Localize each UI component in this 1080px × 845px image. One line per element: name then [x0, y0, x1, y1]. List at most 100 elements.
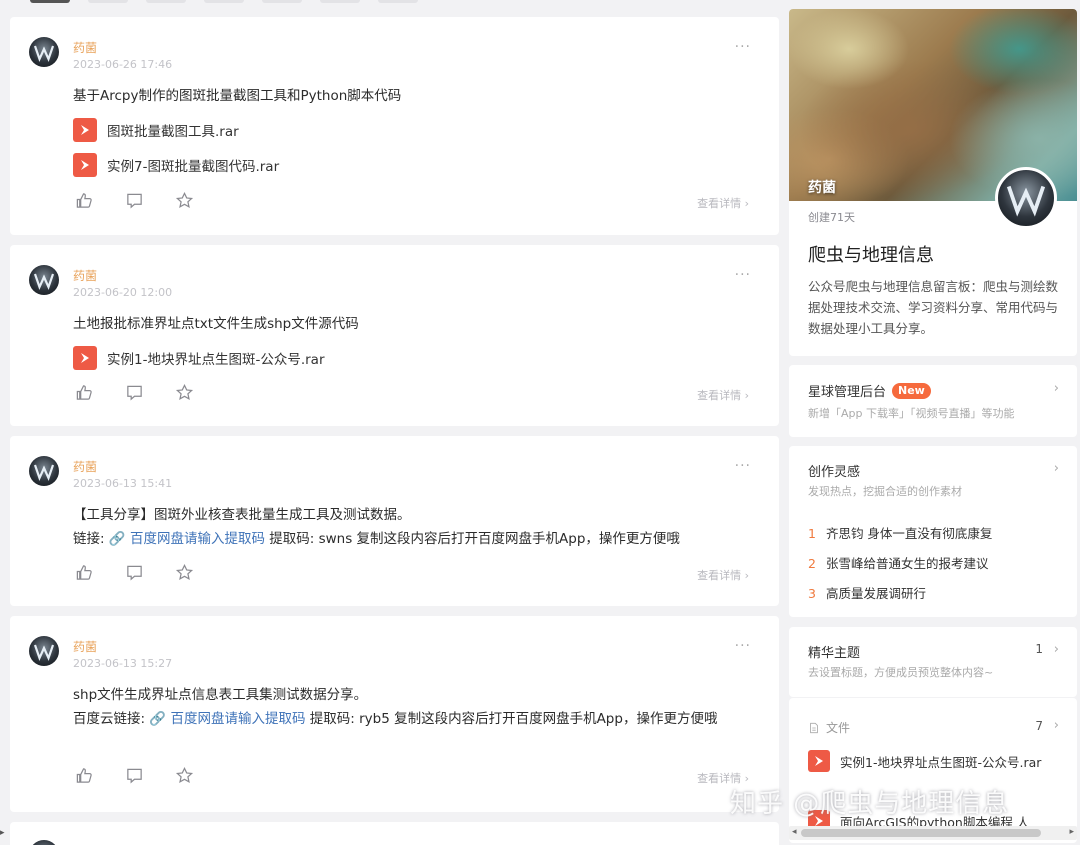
- hot-topic-item[interactable]: 1 齐思钧 身体一直没有彻底康复: [808, 523, 992, 542]
- tab-stub[interactable]: [320, 0, 360, 3]
- avatar-logo-icon: [1006, 185, 1046, 217]
- horizontal-scrollbar[interactable]: ◂ ▸: [789, 826, 1077, 840]
- hot-topic-text: 齐思钧 身体一直没有彻底康复: [825, 526, 993, 541]
- view-details-link[interactable]: 查看详情 ›: [697, 195, 749, 211]
- post-card[interactable]: 药菌 2023-06-13 15:41 ··· 【工具分享】图斑外业核查表批量生…: [10, 436, 779, 606]
- comment-icon[interactable]: [125, 563, 145, 583]
- tab-stub-active[interactable]: [30, 0, 70, 3]
- comment-icon[interactable]: [125, 191, 145, 211]
- star-icon[interactable]: [175, 563, 195, 583]
- files-title: 文件: [808, 719, 850, 736]
- like-icon[interactable]: [75, 191, 95, 211]
- post-actions: [75, 191, 195, 211]
- essence-topics-card[interactable]: 精华主题 去设置标题，方便成员预览整体内容~ 1 ›: [789, 627, 1077, 697]
- created-days: 创建71天: [808, 211, 855, 224]
- comment-icon[interactable]: [125, 766, 145, 786]
- post-text: 土地报批标准界址点txt文件生成shp文件源代码: [73, 316, 359, 332]
- post-card[interactable]: 药菌 2023-06-26 17:46 ··· 基于Arcpy制作的图斑批量截图…: [10, 17, 779, 235]
- hot-topic-item[interactable]: 3 高质量发展调研行: [808, 583, 926, 602]
- attachment-file[interactable]: 图斑批量截图工具.rar: [73, 116, 279, 143]
- link-prefix: 百度云链接:: [73, 711, 150, 727]
- scrollbar-thumb[interactable]: [801, 829, 1041, 837]
- chevron-right-icon[interactable]: ›: [1054, 461, 1059, 476]
- post-time: 2023-06-20 12:00: [73, 286, 173, 299]
- essence-title: 精华主题: [808, 646, 861, 661]
- attachment-file[interactable]: 实例7-图斑批量截图代码.rar: [73, 151, 279, 178]
- inspiration-card: 创作灵感 发现热点，挖掘合适的创作素材 › 1 齐思钧 身体一直没有彻底康复 2张…: [789, 446, 1077, 617]
- link-prefix: 链接:: [73, 531, 109, 547]
- document-icon: [810, 722, 818, 733]
- view-details-link[interactable]: 查看详情 ›: [697, 567, 749, 583]
- tab-stub[interactable]: [88, 0, 128, 3]
- more-options-icon[interactable]: ···: [735, 267, 751, 283]
- tab-stub[interactable]: [262, 0, 302, 3]
- attachment-file[interactable]: 实例1-地块界址点生图斑-公众号.rar: [73, 344, 325, 371]
- top-tabs: [30, 0, 418, 3]
- post-author[interactable]: 药菌: [73, 267, 97, 284]
- like-icon[interactable]: [75, 766, 95, 786]
- avatar[interactable]: [29, 456, 59, 486]
- post-text-line: 【工具分享】图斑外业核查表批量生成工具及测试数据。: [73, 507, 411, 523]
- post-actions: [75, 383, 195, 403]
- tab-stub[interactable]: [204, 0, 244, 3]
- zhihu-watermark: 知乎 @爬虫与地理信息: [730, 789, 1010, 819]
- scroll-right-icon[interactable]: ▸: [1069, 827, 1074, 837]
- group-info-card: 药菌 创建71天 爬虫与地理信息 公众号爬虫与地理信息留言板：爬虫与测绘数据处理…: [789, 9, 1077, 356]
- baidu-pan-link[interactable]: 🔗 百度网盘请输入提取码: [109, 531, 265, 547]
- avatar[interactable]: [29, 636, 59, 666]
- like-icon[interactable]: [75, 563, 95, 583]
- post-text-line: shp文件生成界址点信息表工具集测试数据分享。: [73, 687, 368, 703]
- admin-backend-card[interactable]: 星球管理后台 New 新增「App 下载率」「视频号直播」等功能 ›: [789, 365, 1077, 437]
- hot-topic-rank: 1: [808, 526, 816, 541]
- like-icon[interactable]: [75, 383, 95, 403]
- file-icon: [73, 152, 97, 177]
- tab-stub[interactable]: [378, 0, 418, 3]
- hot-topic-item[interactable]: 2 张雪峰给普通女生的报考建议: [808, 553, 988, 572]
- post-author[interactable]: 药菌: [73, 458, 97, 475]
- star-icon[interactable]: [175, 383, 195, 403]
- owner-avatar[interactable]: [995, 167, 1057, 229]
- hot-topic-text: 高质量发展调研行: [825, 586, 926, 601]
- star-icon[interactable]: [175, 766, 195, 786]
- chevron-right-icon[interactable]: ›: [1054, 381, 1059, 396]
- star-icon[interactable]: [175, 191, 195, 211]
- link-suffix: 提取码: ryb5 复制这段内容后打开百度网盘手机App，操作更方便哦: [305, 711, 718, 727]
- post-time: 2023-06-26 17:46: [73, 58, 173, 71]
- more-options-icon[interactable]: ···: [735, 458, 751, 474]
- avatar[interactable]: [29, 840, 59, 845]
- avatar[interactable]: [29, 265, 59, 295]
- scroll-left-arrow-icon[interactable]: ▸: [0, 828, 5, 838]
- chevron-right-icon[interactable]: ›: [1054, 642, 1059, 657]
- post-author[interactable]: 药菌: [73, 638, 97, 655]
- essence-count: 1: [1035, 642, 1043, 656]
- avatar-logo-icon: [33, 644, 55, 661]
- link-suffix: 提取码: swns 复制这段内容后打开百度网盘手机App，操作更方便哦: [264, 531, 680, 547]
- cover-owner-name: 药菌: [808, 180, 836, 196]
- side-file-item[interactable]: 实例1-地块界址点生图斑-公众号.rar: [808, 750, 1041, 772]
- file-name: 实例7-图斑批量截图代码.rar: [107, 158, 280, 175]
- avatar-logo-icon: [33, 273, 55, 290]
- attachment-list: 图斑批量截图工具.rar 实例7-图斑批量截图代码.rar: [73, 116, 279, 186]
- post-card-partial[interactable]: [10, 822, 779, 845]
- side-file-name: 实例1-地块界址点生图斑-公众号.rar: [840, 754, 1042, 770]
- avatar-logo-icon: [33, 464, 55, 481]
- avatar[interactable]: [29, 37, 59, 67]
- baidu-pan-link[interactable]: 🔗 百度网盘请输入提取码: [149, 711, 305, 727]
- files-label: 文件: [826, 721, 851, 735]
- more-options-icon[interactable]: ···: [735, 638, 751, 654]
- post-time: 2023-06-13 15:27: [73, 657, 173, 670]
- post-card[interactable]: 药菌 2023-06-20 12:00 ··· 土地报批标准界址点txt文件生成…: [10, 245, 779, 426]
- comment-icon[interactable]: [125, 383, 145, 403]
- chevron-right-icon[interactable]: ›: [1054, 718, 1059, 733]
- admin-backend-label: 星球管理后台: [808, 385, 887, 400]
- tab-stub[interactable]: [146, 0, 186, 3]
- post-actions: [75, 563, 195, 583]
- file-name: 实例1-地块界址点生图斑-公众号.rar: [107, 351, 325, 368]
- post-card[interactable]: 药菌 2023-06-13 15:27 ··· shp文件生成界址点信息表工具集…: [10, 616, 779, 812]
- view-details-link[interactable]: 查看详情 ›: [697, 387, 749, 403]
- group-description: 公众号爬虫与地理信息留言板：爬虫与测绘数据处理技术交流、学习资料分享、常用代码与…: [808, 279, 1059, 336]
- hot-topic-rank: 3: [808, 586, 816, 601]
- scroll-left-icon[interactable]: ◂: [792, 827, 797, 837]
- post-author[interactable]: 药菌: [73, 39, 97, 56]
- more-options-icon[interactable]: ···: [735, 39, 751, 55]
